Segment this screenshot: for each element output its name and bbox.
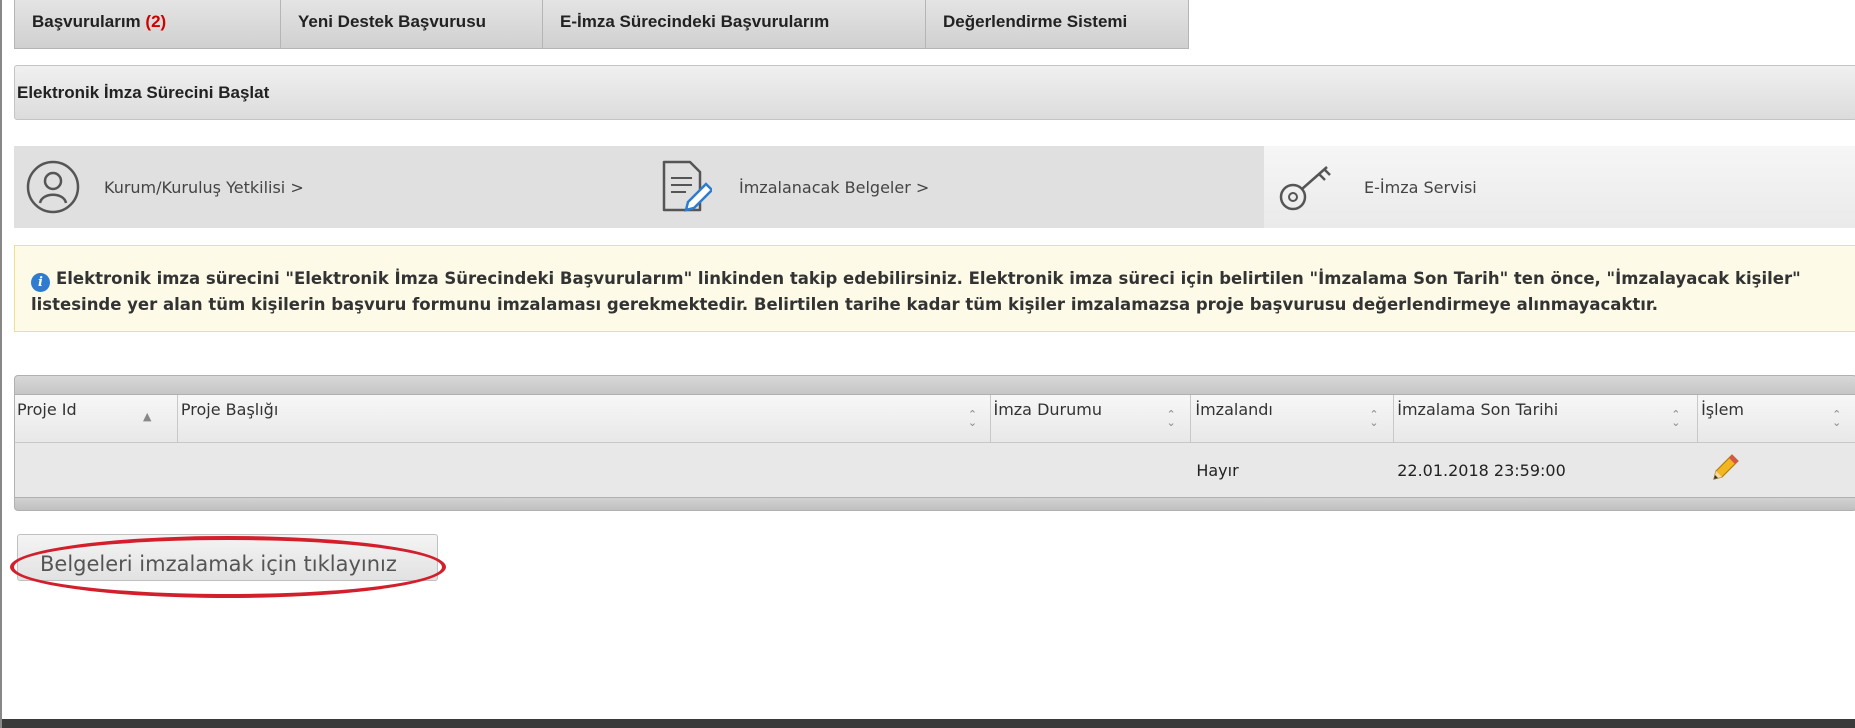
grid-header: Proje Id ▲ Proje Başlığı ⌃ ⌄ İmza Durumu … [14, 395, 1855, 443]
info-icon: i [31, 273, 50, 292]
user-circle-icon [24, 158, 82, 216]
wizard-steps: Kurum/Kuruluş Yetkilisi > İmzalanacak Be… [14, 146, 1855, 228]
grid-bottom-bar [14, 497, 1855, 511]
column-header-imzalama-son-tarihi[interactable]: İmzalama Son Tarihi ⌃ ⌄ [1394, 395, 1699, 443]
sort-icon: ⌃ ⌄ [1671, 408, 1681, 429]
sort-icon: ⌃ ⌄ [1832, 408, 1842, 429]
grid-top-bar [14, 375, 1855, 395]
column-header-proje-id[interactable]: Proje Id ▲ [15, 395, 178, 443]
sort-asc-icon: ▲ [143, 410, 152, 423]
section-title-bar: Elektronik İmza Sürecini Başlat [14, 65, 1855, 120]
sort-icon: ⌃ ⌄ [1369, 408, 1379, 429]
column-header-islem[interactable]: İşlem ⌃ ⌄ [1698, 395, 1855, 443]
bottom-bar [2, 719, 1855, 728]
tab-label: Yeni Destek Başvurusu [298, 12, 487, 31]
section-title: Elektronik İmza Sürecini Başlat [17, 83, 270, 102]
step-e-imza-servisi[interactable]: E-İmza Servisi [1264, 146, 1855, 228]
cell-imzalandi: Hayır [1196, 460, 1239, 480]
tab-count-badge: (2) [145, 12, 167, 31]
pencil-icon[interactable] [1708, 454, 1742, 489]
info-text: Elektronik imza sürecini "Elektronik İmz… [31, 269, 1801, 314]
cell-imzalama-son-tarihi: 22.01.2018 23:59:00 [1397, 460, 1566, 480]
step-kurum-yetkilisi[interactable]: Kurum/Kuruluş Yetkilisi > [14, 146, 625, 228]
cell-islem [1698, 451, 1855, 489]
tab-e-imza-surecindeki-basvurularim[interactable]: E-İmza Sürecindeki Başvurularım [542, 0, 926, 49]
tab-label: E-İmza Sürecindeki Başvurularım [560, 12, 830, 31]
tab-label: Değerlendirme Sistemi [943, 12, 1128, 31]
step-imzalanacak-belgeler[interactable]: İmzalanacak Belgeler > [625, 146, 1264, 228]
step-label: İmzalanacak Belgeler > [739, 177, 930, 197]
sort-icon: ⌃ ⌄ [1166, 408, 1176, 429]
column-header-imza-durumu[interactable]: İmza Durumu ⌃ ⌄ [991, 395, 1192, 443]
column-header-proje-basligi[interactable]: Proje Başlığı ⌃ ⌄ [178, 395, 992, 443]
sign-documents-button[interactable]: Belgeleri imzalamak için tıklayınız [17, 534, 438, 581]
key-icon [1273, 158, 1341, 216]
tab-yeni-destek-basvurusu[interactable]: Yeni Destek Başvurusu [280, 0, 543, 49]
top-tabs: Başvurularım (2) Yeni Destek Başvurusu E… [14, 0, 1189, 49]
column-header-imzalandi[interactable]: İmzalandı ⌃ ⌄ [1191, 395, 1395, 443]
document-edit-icon [655, 158, 713, 216]
step-label: Kurum/Kuruluş Yetkilisi > [104, 177, 304, 197]
sort-icon: ⌃ ⌄ [967, 408, 978, 429]
tab-label: Başvurularım [32, 12, 141, 31]
tab-degerlendirme-sistemi[interactable]: Değerlendirme Sistemi [925, 0, 1189, 49]
table-row[interactable]: Hayır 22.01.2018 23:59:00 [14, 443, 1855, 497]
step-label: E-İmza Servisi [1364, 177, 1477, 197]
info-alert: i Elektronik imza sürecini "Elektronik İm… [14, 245, 1855, 332]
tab-basvurularim[interactable]: Başvurularım (2) [14, 0, 281, 49]
